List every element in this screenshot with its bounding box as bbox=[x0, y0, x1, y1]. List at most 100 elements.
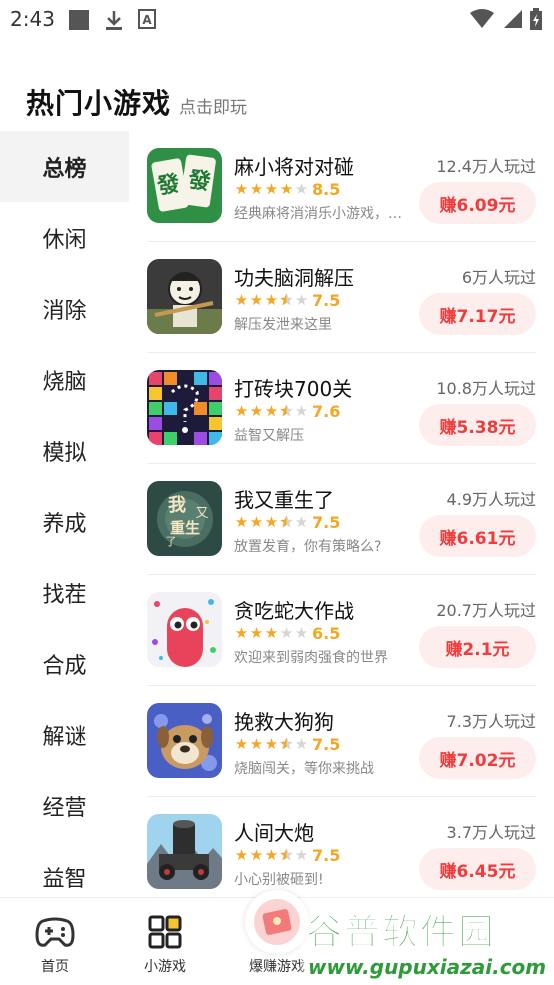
battery-icon bbox=[530, 8, 542, 34]
sidebar-item-merge[interactable]: 合成 bbox=[0, 628, 129, 699]
star-full-icon: ★ bbox=[279, 180, 294, 198]
earn-button[interactable]: 赚5.38元 bbox=[419, 404, 536, 446]
game-description: 小心别被砸到! bbox=[234, 872, 324, 888]
star-half-icon bbox=[279, 292, 294, 310]
watermark: 谷普软件园 www.gupuxiazai.com bbox=[300, 897, 554, 984]
nav-home[interactable]: 首页 bbox=[0, 898, 110, 985]
sidebar-item-spot-difference[interactable]: 找茬 bbox=[0, 557, 129, 628]
category-sidebar: 总榜 休闲 消除 烧脑 模拟 养成 找茬 合成 解谜 经营 益智 bbox=[0, 131, 129, 897]
rating-value: 7.5 bbox=[312, 513, 341, 532]
game-row[interactable]: 挽救大狗狗 7.3万人玩过 ★ ★ ★ ★ 7.5 烧脑闯关，等你来挑战 赚7.02元 bbox=[147, 686, 536, 797]
earn-button[interactable]: 赚7.02元 bbox=[419, 737, 536, 779]
game-name: 贪吃蛇大作战 bbox=[234, 599, 354, 623]
earn-button[interactable]: 赚2.1元 bbox=[419, 626, 536, 668]
star-half-icon bbox=[279, 514, 294, 532]
game-players-count: 3.7万人玩过 bbox=[446, 823, 536, 842]
earn-button[interactable]: 赚7.17元 bbox=[419, 293, 536, 335]
earn-button[interactable]: 赚6.09元 bbox=[419, 182, 536, 224]
nav-mini-games-label: 小游戏 bbox=[144, 959, 186, 975]
page-title: 热门小游戏 bbox=[26, 87, 172, 120]
watermark-url: www.gupuxiazai.com bbox=[308, 955, 547, 979]
game-description: 益智又解压 bbox=[234, 428, 304, 444]
wifi-icon bbox=[470, 9, 494, 33]
earn-button[interactable]: 赚6.45元 bbox=[419, 848, 536, 890]
star-full-icon: ★ bbox=[234, 735, 249, 753]
game-list: 發 發 麻小将对对碰 12.4万人玩过 ★ ★ ★ ★ ★ 8.5 经典麻将消消乐小游戏，… bbox=[129, 131, 554, 897]
star-full-icon: ★ bbox=[264, 735, 279, 753]
earn-button[interactable]: 赚6.61元 bbox=[419, 515, 536, 557]
star-full-icon: ★ bbox=[234, 291, 249, 309]
sidebar-item-puzzle[interactable]: 解谜 bbox=[0, 699, 129, 770]
star-empty-icon: ★ bbox=[294, 291, 309, 309]
rating-value: 7.5 bbox=[312, 735, 341, 754]
star-full-icon: ★ bbox=[249, 513, 264, 531]
sidebar-item-casual[interactable]: 休闲 bbox=[0, 202, 129, 273]
reborn-game-icon: 我 又 重生 了 bbox=[147, 481, 222, 556]
rating: ★ ★ ★ ★ ★ 8.5 bbox=[234, 180, 341, 199]
star-half-icon bbox=[279, 847, 294, 865]
game-row[interactable]: 打砖块700关 10.8万人玩过 ★ ★ ★ ★ 7.6 益智又解压 赚5.38元 bbox=[147, 353, 536, 464]
nav-mini-games[interactable]: 小游戏 bbox=[110, 898, 220, 985]
star-full-icon: ★ bbox=[264, 513, 279, 531]
sidebar-item-educational[interactable]: 益智 bbox=[0, 841, 129, 897]
status-bar: 2:43 A bbox=[0, 0, 554, 38]
mahjong-game-icon: 發 發 bbox=[147, 148, 222, 223]
star-full-icon: ★ bbox=[264, 624, 279, 642]
game-description: 解压发泄来这里 bbox=[234, 317, 332, 333]
svg-text:A: A bbox=[142, 13, 152, 27]
game-description: 经典麻将消消乐小游戏，… bbox=[234, 206, 402, 222]
sidebar-item-simulation[interactable]: 模拟 bbox=[0, 415, 129, 486]
game-row[interactable]: 贪吃蛇大作战 20.7万人玩过 ★ ★ ★ ★ ★ 6.5 欢迎来到弱肉强食的世界 赚2.… bbox=[147, 575, 536, 686]
game-players-count: 4.9万人玩过 bbox=[446, 490, 536, 509]
game-description: 烧脑闯关，等你来挑战 bbox=[234, 761, 374, 777]
game-players-count: 12.4万人玩过 bbox=[436, 157, 536, 176]
snake-game-icon bbox=[147, 592, 222, 667]
sidebar-item-all[interactable]: 总榜 bbox=[0, 131, 129, 202]
page-subtitle: 点击即玩 bbox=[179, 98, 248, 118]
svg-text:我: 我 bbox=[168, 495, 186, 516]
star-full-icon: ★ bbox=[234, 846, 249, 864]
sidebar-item-brain[interactable]: 烧脑 bbox=[0, 344, 129, 415]
rating: ★ ★ ★ ★ 7.6 bbox=[234, 402, 341, 421]
star-empty-icon: ★ bbox=[294, 735, 309, 753]
game-row[interactable]: 人间大炮 3.7万人玩过 ★ ★ ★ ★ 7.5 小心别被砸到! 赚6.45元 bbox=[147, 797, 536, 897]
grid-icon bbox=[148, 912, 182, 952]
sidebar-item-match[interactable]: 消除 bbox=[0, 273, 129, 344]
star-full-icon: ★ bbox=[249, 402, 264, 420]
watermark-logo: 谷普软件园 bbox=[305, 912, 497, 954]
cannon-game-icon bbox=[147, 814, 222, 889]
page-header: 热门小游戏 点击即玩 bbox=[26, 82, 247, 122]
star-half-icon bbox=[279, 736, 294, 754]
rating-value: 6.5 bbox=[312, 624, 341, 643]
rating: ★ ★ ★ ★ 7.5 bbox=[234, 846, 341, 865]
rating-value: 7.5 bbox=[312, 846, 341, 865]
star-full-icon: ★ bbox=[249, 624, 264, 642]
nav-home-label: 首页 bbox=[41, 959, 69, 975]
brick-breaker-game-icon bbox=[147, 370, 222, 445]
star-empty-icon: ★ bbox=[294, 513, 309, 531]
rating-value: 7.5 bbox=[312, 291, 341, 310]
game-name: 挽救大狗狗 bbox=[234, 710, 334, 734]
game-name: 打砖块700关 bbox=[234, 377, 353, 401]
star-empty-icon: ★ bbox=[294, 846, 309, 864]
dog-rescue-game-icon bbox=[147, 703, 222, 778]
star-full-icon: ★ bbox=[234, 402, 249, 420]
game-row[interactable]: 功夫脑洞解压 6万人玩过 ★ ★ ★ ★ 7.5 解压发泄来这里 赚7.17元 bbox=[147, 242, 536, 353]
app-a-icon: A bbox=[138, 9, 156, 33]
game-players-count: 10.8万人玩过 bbox=[436, 379, 536, 398]
sidebar-item-management[interactable]: 经营 bbox=[0, 770, 129, 841]
game-row[interactable]: 我 又 重生 了 我又重生了 4.9万人玩过 ★ ★ ★ ★ 7.5 放置发育，你有策略… bbox=[147, 464, 536, 575]
status-time: 2:43 bbox=[10, 7, 55, 31]
rating: ★ ★ ★ ★ 7.5 bbox=[234, 735, 341, 754]
star-empty-icon: ★ bbox=[279, 624, 294, 642]
game-name: 功夫脑洞解压 bbox=[234, 266, 354, 290]
game-row[interactable]: 發 發 麻小将对对碰 12.4万人玩过 ★ ★ ★ ★ ★ 8.5 经典麻将消消乐小游戏，… bbox=[147, 131, 536, 242]
notification-square-icon bbox=[68, 9, 90, 35]
svg-text:發: 發 bbox=[155, 171, 182, 200]
rating-value: 8.5 bbox=[312, 180, 341, 199]
kungfu-game-icon bbox=[147, 259, 222, 334]
sidebar-item-raising[interactable]: 养成 bbox=[0, 486, 129, 557]
rating-value: 7.6 bbox=[312, 402, 341, 421]
star-full-icon: ★ bbox=[264, 846, 279, 864]
game-players-count: 20.7万人玩过 bbox=[436, 601, 536, 620]
